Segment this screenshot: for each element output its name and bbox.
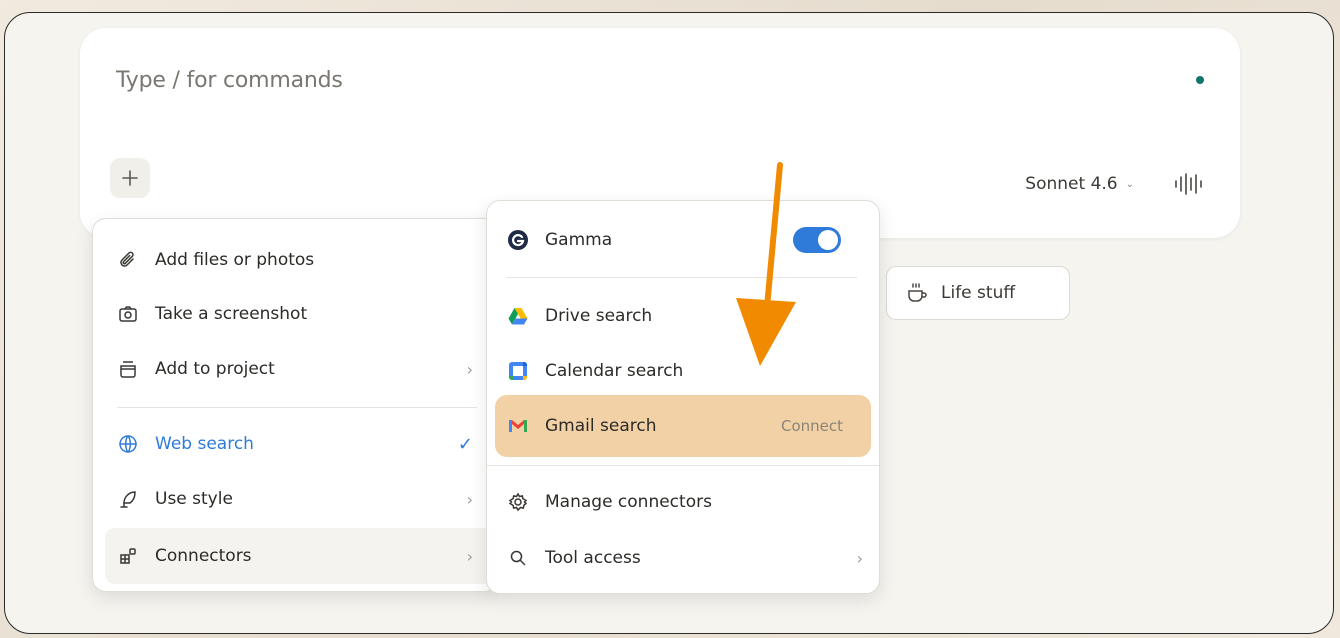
menu-item-use-style[interactable]: Use style › xyxy=(117,482,497,516)
gamma-toggle[interactable] xyxy=(793,227,841,253)
plus-icon xyxy=(122,170,138,186)
waveform-icon xyxy=(1175,173,1202,195)
attach-button[interactable] xyxy=(110,158,150,198)
paperclip-icon xyxy=(117,249,139,271)
menu-item-label: Take a screenshot xyxy=(155,304,308,324)
gamma-icon xyxy=(507,229,529,251)
google-drive-icon xyxy=(507,305,529,327)
menu-divider xyxy=(117,407,477,408)
menu-item-web-search[interactable]: Web search ✓ xyxy=(117,427,497,461)
chevron-down-icon: ⌄ xyxy=(1125,178,1134,190)
menu-divider xyxy=(487,465,879,466)
connector-label: Calendar search xyxy=(545,361,684,381)
connector-label: Gamma xyxy=(545,230,613,250)
checkmark-icon: ✓ xyxy=(457,433,473,455)
voice-button[interactable] xyxy=(1170,170,1206,202)
project-chip[interactable]: Life stuff xyxy=(886,266,1070,320)
menu-item-label: Add to project xyxy=(155,359,275,379)
menu-item-add-files[interactable]: Add files or photos xyxy=(117,243,477,277)
menu-item-add-to-project[interactable]: Add to project › xyxy=(117,352,497,386)
model-selector[interactable]: Sonnet 4.6 ⌄ xyxy=(1025,174,1134,194)
camera-icon xyxy=(117,303,139,325)
menu-divider xyxy=(507,277,857,278)
menu-item-label: Use style xyxy=(155,489,233,509)
project-box-icon xyxy=(117,358,139,380)
coffee-cup-icon xyxy=(908,283,927,302)
connector-label: Drive search xyxy=(545,306,653,326)
connectors-icon xyxy=(117,545,139,567)
menu-item-label: Web search xyxy=(155,434,254,454)
model-label: Sonnet 4.6 xyxy=(1025,174,1118,194)
gear-icon xyxy=(507,491,529,513)
menu-item-label: Connectors xyxy=(155,546,252,566)
connector-label: Gmail search xyxy=(545,416,657,436)
menu-item-label: Add files or photos xyxy=(155,250,315,270)
feather-icon xyxy=(117,488,139,510)
connector-gmail-search[interactable]: Gmail search Connect xyxy=(507,409,867,443)
chevron-right-icon: › xyxy=(466,359,473,379)
attach-menu: Add files or photos Take a screenshot Ad… xyxy=(92,218,498,592)
connector-drive-search[interactable]: Drive search xyxy=(507,299,867,333)
search-icon xyxy=(507,547,529,569)
chevron-right-icon: › xyxy=(856,548,863,568)
connector-calendar-search[interactable]: Calendar search xyxy=(507,354,867,388)
menu-item-tool-access[interactable]: Tool access › xyxy=(507,541,867,575)
gmail-icon xyxy=(507,415,529,437)
prompt-input[interactable]: Type / for commands xyxy=(116,68,343,93)
status-dot xyxy=(1196,76,1204,84)
menu-item-manage-connectors[interactable]: Manage connectors xyxy=(507,485,867,519)
chevron-right-icon: › xyxy=(466,489,473,509)
chip-label: Life stuff xyxy=(941,283,1016,303)
google-calendar-icon xyxy=(507,360,529,382)
chevron-right-icon: › xyxy=(466,546,473,566)
connectors-menu: Gamma Drive search Calendar search Gmail… xyxy=(486,200,880,594)
connect-button[interactable]: Connect xyxy=(781,417,843,435)
connector-gamma[interactable]: Gamma xyxy=(507,223,867,257)
globe-icon xyxy=(117,433,139,455)
menu-item-label: Tool access xyxy=(545,548,641,568)
menu-item-screenshot[interactable]: Take a screenshot xyxy=(117,297,477,331)
menu-item-connectors[interactable]: Connectors › xyxy=(105,528,497,584)
menu-item-label: Manage connectors xyxy=(545,492,712,512)
